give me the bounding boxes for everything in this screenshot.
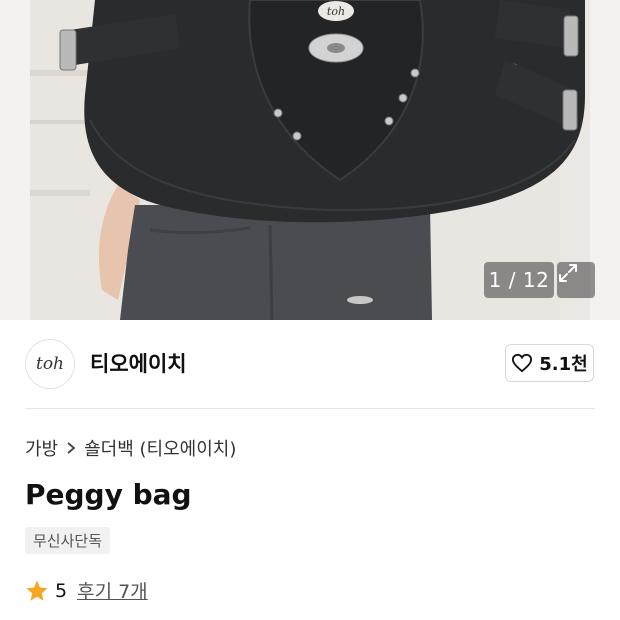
- product-image-gallery[interactable]: toh 1 / 12: [0, 0, 620, 320]
- expand-icon: [559, 264, 577, 282]
- expand-button[interactable]: [557, 262, 595, 298]
- image-counter: 1 / 12: [484, 262, 554, 298]
- rating-score: 5: [55, 579, 68, 602]
- brand-row: toh 티오에이치 5.1천: [0, 320, 620, 408]
- like-count: 5.1천: [539, 354, 588, 375]
- heart-icon: [512, 353, 533, 373]
- brand-logo[interactable]: toh: [25, 339, 75, 389]
- star-icon: [26, 580, 48, 601]
- reviews-link[interactable]: 후기 7개: [77, 577, 148, 604]
- brand-logo-text: toh: [35, 354, 64, 374]
- svg-text:toh: toh: [327, 5, 345, 18]
- breadcrumb: 가방 숄더백 (티오에이치): [25, 435, 236, 461]
- breadcrumb-subcategory[interactable]: 숄더백 (티오에이치): [84, 435, 236, 461]
- product-title: Peggy bag: [25, 478, 192, 511]
- breadcrumb-category[interactable]: 가방: [25, 435, 58, 461]
- brand-name[interactable]: 티오에이치: [90, 348, 187, 378]
- exclusive-badge: 무신사단독: [25, 527, 111, 554]
- rating-row: 5 후기 7개: [25, 577, 148, 604]
- chevron-right-icon: [66, 441, 76, 455]
- like-button[interactable]: 5.1천: [505, 344, 594, 382]
- divider: [25, 408, 595, 409]
